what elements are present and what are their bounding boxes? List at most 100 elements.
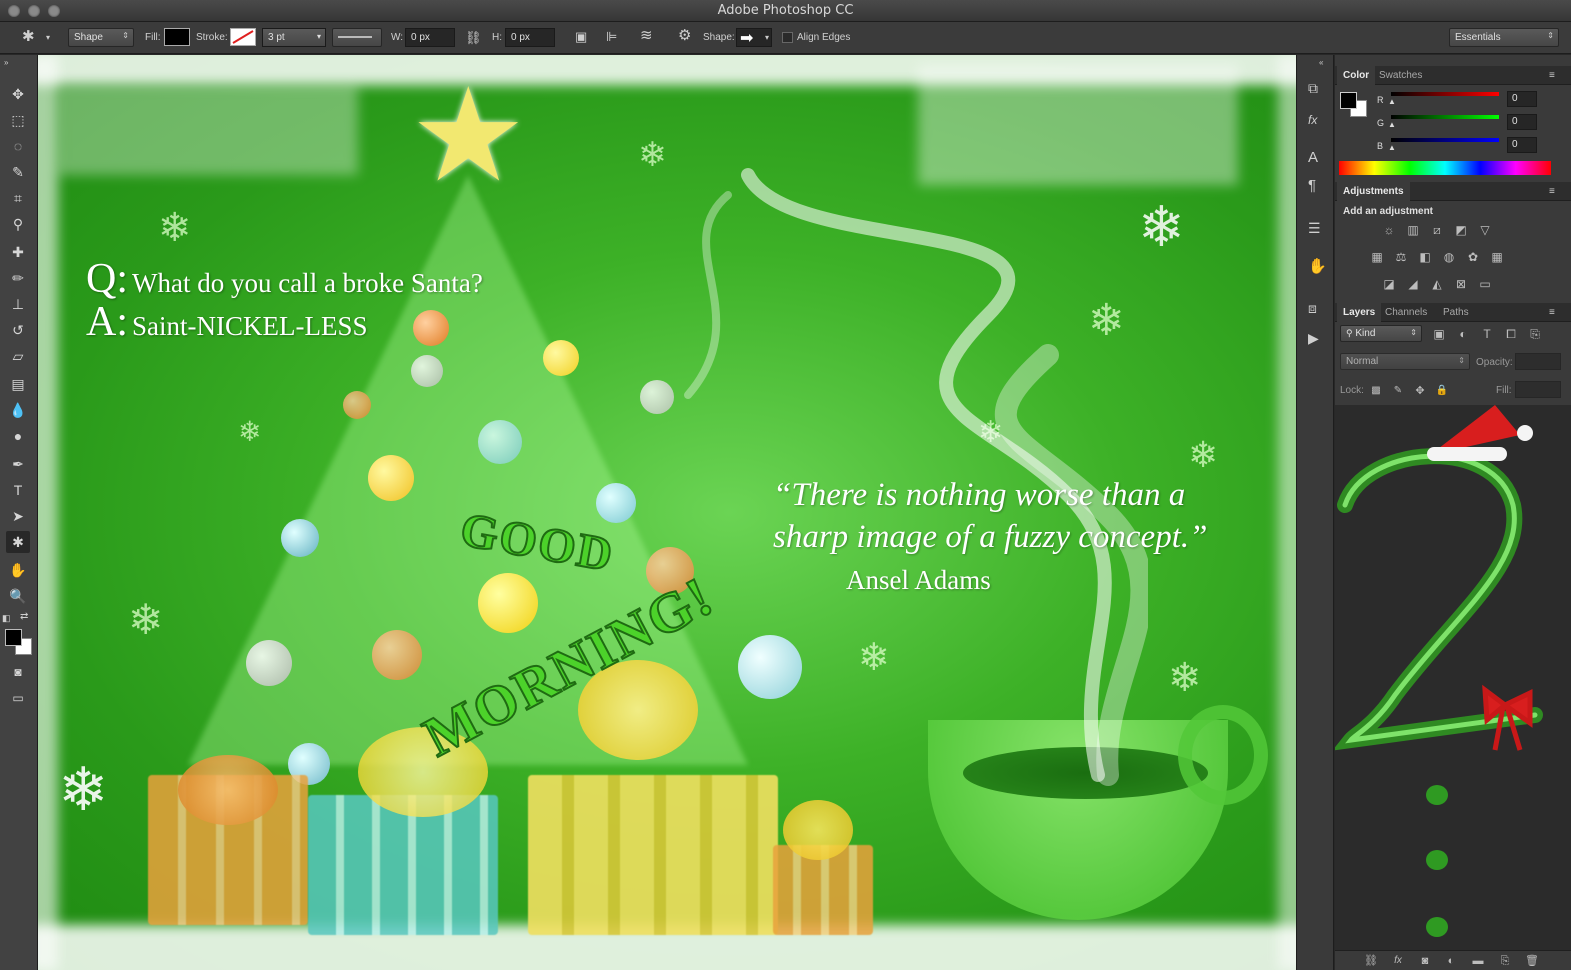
tab-color[interactable]: Color <box>1337 66 1376 85</box>
link-layers-icon[interactable]: ⛓ <box>1363 954 1379 968</box>
marquee-tool[interactable]: ⬚ <box>6 109 30 131</box>
path-alignment-icon[interactable]: ⊫ <box>606 30 617 44</box>
eyedropper-tool[interactable]: ⚲ <box>6 213 30 235</box>
chevron-down-icon[interactable]: ▾ <box>46 31 50 45</box>
quick-mask-button[interactable]: ◙ <box>6 661 30 683</box>
channel-r-input[interactable]: 0 <box>1507 91 1537 107</box>
add-mask-icon[interactable]: ◙ <box>1417 954 1433 968</box>
tool-presets-panel-icon[interactable]: ✋ <box>1308 259 1327 274</box>
layer-style-fx-icon[interactable]: fx <box>1390 954 1406 968</box>
workspace-select[interactable]: Essentials ⇕ <box>1449 28 1559 47</box>
custom-shape-tool[interactable]: ✱ <box>6 531 30 553</box>
width-input[interactable]: 0 px <box>405 28 455 47</box>
photo-filter-icon[interactable]: ◍ <box>1441 250 1457 264</box>
path-selection-tool[interactable]: ➤ <box>6 505 30 527</box>
lasso-tool[interactable]: ◌ <box>6 135 30 157</box>
quick-select-tool[interactable]: ✎ <box>6 161 30 183</box>
swap-colors-icon[interactable]: ⇄ <box>20 610 28 624</box>
stroke-type-select[interactable] <box>332 28 382 47</box>
color-balance-icon[interactable]: ⚖ <box>1393 250 1409 264</box>
opacity-input[interactable] <box>1515 353 1561 370</box>
history-panel-icon[interactable]: ⧉ <box>1308 81 1318 95</box>
default-colors-icon[interactable]: ◧ <box>2 611 11 625</box>
slider-thumb-icon[interactable]: ▲ <box>1388 120 1396 129</box>
exposure-icon[interactable]: ◩ <box>1453 223 1469 237</box>
lock-transparency-icon[interactable]: ▩ <box>1368 384 1384 398</box>
stroke-swatch[interactable] <box>230 28 256 46</box>
move-tool[interactable]: ✥ <box>6 83 30 105</box>
gradient-tool[interactable]: ▤ <box>6 373 30 395</box>
hue-saturation-icon[interactable]: ▦ <box>1369 250 1385 264</box>
curves-icon[interactable]: ⧄ <box>1429 223 1445 237</box>
pen-tool[interactable]: ✒ <box>6 453 30 475</box>
selective-color-icon[interactable]: ⊠ <box>1453 277 1469 291</box>
hand-tool[interactable]: ✋ <box>6 559 30 581</box>
blur-tool[interactable]: 💧 <box>6 399 30 421</box>
foreground-color-swatch[interactable] <box>5 629 22 646</box>
stroke-width-select[interactable]: 3 pt ▾ <box>262 28 326 47</box>
lock-pixels-icon[interactable]: ✎ <box>1390 384 1406 398</box>
panel-menu-icon[interactable]: ≡ <box>1549 306 1555 320</box>
blend-mode-select[interactable]: Normal ⇕ <box>1340 353 1470 370</box>
filter-type-icon[interactable]: T <box>1479 327 1495 341</box>
styles-panel-icon[interactable]: fx <box>1308 113 1317 127</box>
posterize-icon[interactable]: ◢ <box>1405 277 1421 291</box>
lock-all-icon[interactable]: 🔒 <box>1434 384 1450 398</box>
channel-g-slider[interactable] <box>1391 115 1499 119</box>
new-group-icon[interactable]: ▬ <box>1470 954 1486 968</box>
paragraph-panel-icon[interactable]: ¶ <box>1308 178 1316 193</box>
layers-list[interactable] <box>1335 405 1571 950</box>
color-spectrum-ramp[interactable] <box>1339 161 1551 175</box>
filter-pixel-icon[interactable]: ▣ <box>1431 327 1447 341</box>
tab-layers[interactable]: Layers <box>1337 303 1382 322</box>
eraser-tool[interactable]: ▱ <box>6 345 30 367</box>
brightness-contrast-icon[interactable]: ☼ <box>1381 223 1397 237</box>
align-edges-checkbox[interactable] <box>782 32 793 43</box>
history-brush-tool[interactable]: ↺ <box>6 319 30 341</box>
channel-b-input[interactable]: 0 <box>1507 137 1537 153</box>
crop-tool[interactable]: ⌗ <box>6 187 30 209</box>
channel-b-slider[interactable] <box>1391 138 1499 142</box>
panel-menu-icon[interactable]: ≡ <box>1549 69 1555 83</box>
lock-position-icon[interactable]: ✥ <box>1412 384 1428 398</box>
custom-shape-tool-preset-icon[interactable]: ✱ <box>22 29 35 44</box>
tab-paths[interactable]: Paths <box>1437 303 1475 322</box>
collapse-panel-icon[interactable]: » <box>4 56 8 70</box>
expand-panels-icon[interactable]: « <box>1319 56 1323 70</box>
new-layer-icon[interactable]: ⎘ <box>1497 954 1513 968</box>
height-input[interactable]: 0 px <box>505 28 555 47</box>
document-canvas[interactable]: ❄ ❄ ❄ ❄ ❄ ❄ ❄ ❄ ❄ ❄ ❄ ★ Q: What do you c… <box>38 55 1296 970</box>
shape-picker[interactable]: ➡ ▾ <box>736 28 772 47</box>
new-adjustment-layer-icon[interactable]: ◐ <box>1443 954 1459 968</box>
properties-panel-icon[interactable]: ☰ <box>1308 221 1321 235</box>
trash-icon[interactable]: 🗑 <box>1524 954 1540 968</box>
tab-channels[interactable]: Channels <box>1379 303 1433 322</box>
fill-swatch[interactable] <box>164 28 190 46</box>
fill-input[interactable] <box>1515 381 1561 398</box>
color-panel-foreground-swatch[interactable] <box>1340 92 1357 109</box>
filter-adjustment-icon[interactable]: ◐ <box>1455 327 1471 341</box>
link-icon[interactable]: ⛓ <box>465 31 482 45</box>
invert-icon[interactable]: ◪ <box>1381 277 1397 291</box>
black-white-icon[interactable]: ◧ <box>1417 250 1433 264</box>
channel-mixer-icon[interactable]: ✿ <box>1465 250 1481 264</box>
tab-swatches[interactable]: Swatches <box>1373 66 1428 85</box>
healing-brush-tool[interactable]: ✚ <box>6 241 30 263</box>
vibrance-icon[interactable]: ▽ <box>1477 223 1493 237</box>
filter-shape-icon[interactable]: ⧠ <box>1503 327 1519 341</box>
slider-thumb-icon[interactable]: ▲ <box>1388 97 1396 106</box>
threshold-icon[interactable]: ◭ <box>1429 277 1445 291</box>
screen-mode-button[interactable]: ▭ <box>6 687 30 709</box>
dodge-tool[interactable]: ● <box>6 425 30 447</box>
clone-source-panel-icon[interactable]: ⧈ <box>1308 301 1317 315</box>
zoom-tool[interactable]: 🔍 <box>6 585 30 607</box>
gear-icon[interactable]: ⚙ <box>678 28 691 43</box>
panel-menu-icon[interactable]: ≡ <box>1549 185 1555 199</box>
gradient-map-icon[interactable]: ▭ <box>1477 277 1493 291</box>
channel-g-input[interactable]: 0 <box>1507 114 1537 130</box>
path-arrangement-icon[interactable]: ≋ <box>640 28 653 43</box>
tool-mode-select[interactable]: Shape ⇕ <box>68 28 134 47</box>
channel-r-slider[interactable] <box>1391 92 1499 96</box>
type-tool[interactable]: T <box>6 479 30 501</box>
levels-icon[interactable]: ▥ <box>1405 223 1421 237</box>
